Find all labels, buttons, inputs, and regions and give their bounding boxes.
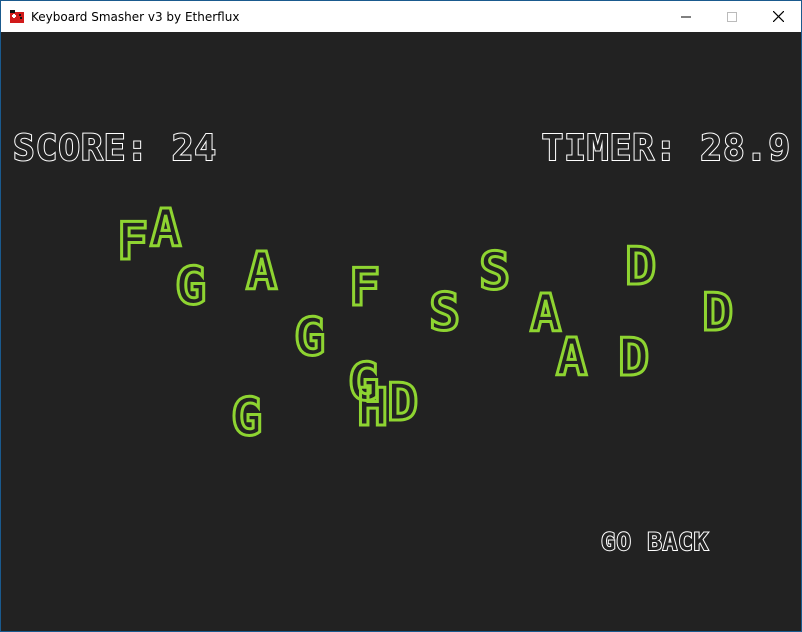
letter-target[interactable]: D xyxy=(623,240,657,295)
game-area: SCORE: 24 TIMER: 28.9 F A G A F S D G S … xyxy=(1,32,801,631)
letter-target[interactable]: G xyxy=(292,311,326,366)
window-title: Keyboard Smasher v3 by Etherflux xyxy=(31,9,240,24)
game-controller-icon xyxy=(10,9,24,23)
letter-target[interactable]: D xyxy=(385,376,419,431)
minimize-icon xyxy=(681,16,691,17)
letter-target[interactable]: H xyxy=(355,381,389,436)
close-button[interactable] xyxy=(755,1,801,32)
maximize-icon xyxy=(727,11,737,22)
letter-target[interactable]: D xyxy=(700,286,734,341)
letter-target[interactable]: S xyxy=(427,286,461,341)
close-icon xyxy=(772,11,784,22)
minimize-button[interactable] xyxy=(663,1,709,32)
letter-target[interactable]: G xyxy=(229,391,263,446)
window-controls xyxy=(663,1,801,32)
maximize-button[interactable] xyxy=(709,1,755,32)
letter-target[interactable]: F xyxy=(347,261,381,316)
letter-target[interactable]: G xyxy=(173,260,207,315)
game-window: Keyboard Smasher v3 by Etherflux SCORE: xyxy=(0,0,802,632)
letter-target[interactable]: D xyxy=(616,331,650,386)
letter-target[interactable]: A xyxy=(148,202,182,257)
letter-target[interactable]: A xyxy=(244,245,278,300)
title-bar[interactable]: Keyboard Smasher v3 by Etherflux xyxy=(1,1,801,32)
go-back-button[interactable]: GO BACK xyxy=(600,527,709,557)
letter-target[interactable]: S xyxy=(477,245,511,300)
letter-target[interactable]: F xyxy=(115,215,149,270)
letter-target[interactable]: A xyxy=(554,331,588,386)
